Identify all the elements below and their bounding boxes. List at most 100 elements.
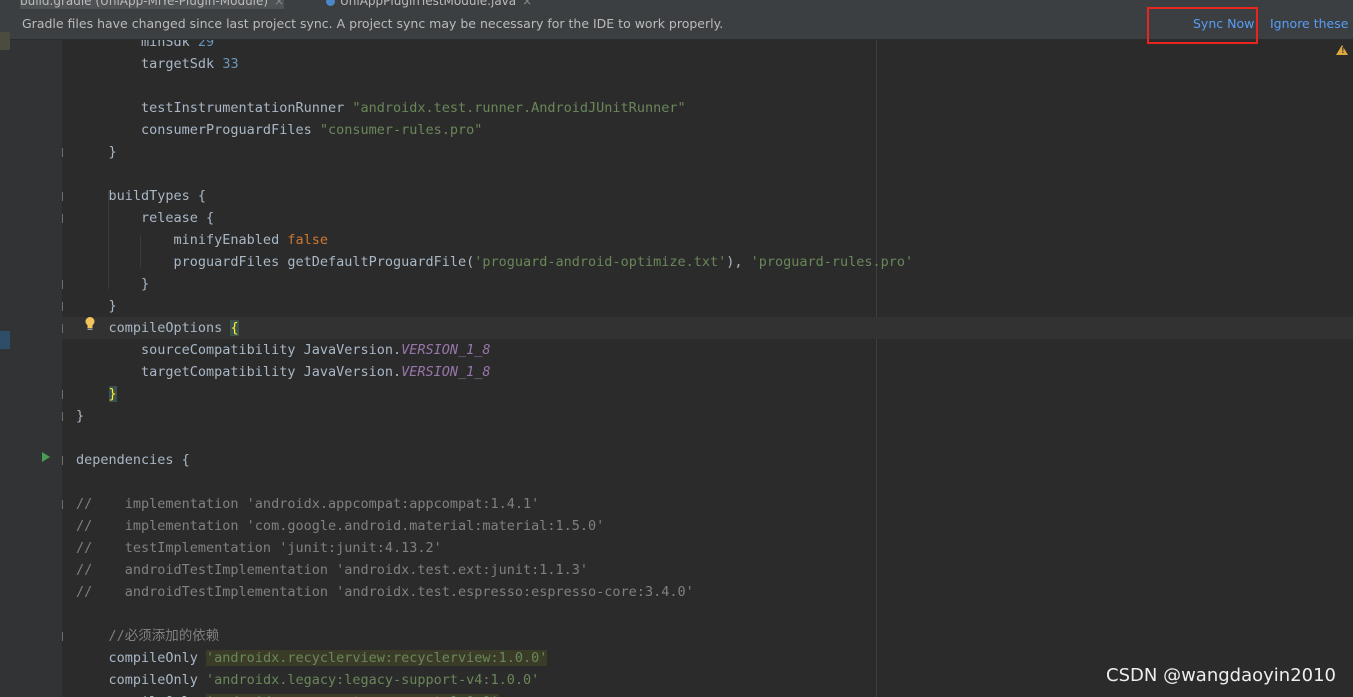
code-line[interactable]: 32// implementation 'com.google.android.… bbox=[62, 515, 1353, 537]
code-token: { bbox=[230, 320, 239, 336]
fold-marker-icon[interactable] bbox=[62, 280, 63, 289]
code-text: // androidTestImplementation 'androidx.t… bbox=[76, 559, 588, 581]
ignore-changes-link[interactable]: Ignore these c bbox=[1270, 16, 1353, 31]
code-line[interactable]: 21 } bbox=[62, 273, 1353, 295]
code-text: compileOptions { bbox=[76, 317, 239, 339]
sync-now-link[interactable]: Sync Now bbox=[1193, 16, 1254, 31]
code-line[interactable]: 15 } bbox=[62, 141, 1353, 163]
code-token: } bbox=[76, 298, 117, 314]
code-text: // implementation 'com.google.android.ma… bbox=[76, 515, 604, 537]
code-line[interactable]: 28 bbox=[62, 427, 1353, 449]
indent-guide bbox=[140, 235, 141, 267]
code-text: // testImplementation 'junit:junit:4.13.… bbox=[76, 537, 442, 559]
code-line[interactable]: 40 compileOnly 'androidx.appcompat:appco… bbox=[62, 691, 1353, 697]
code-line[interactable]: 14 consumerProguardFiles "consumer-rules… bbox=[62, 119, 1353, 141]
code-text: } bbox=[76, 141, 117, 163]
code-token: ), bbox=[726, 254, 751, 270]
code-token: 33 bbox=[222, 56, 239, 72]
code-line[interactable]: 18 release { bbox=[62, 207, 1353, 229]
code-token: // implementation 'androidx.appcompat:ap… bbox=[76, 496, 540, 512]
code-token: minSdk bbox=[76, 40, 198, 50]
code-editor[interactable]: 10 minSdk 2911 targetSdk 331213 testInst… bbox=[62, 40, 1353, 697]
code-text: compileOnly 'androidx.appcompat:appcompa… bbox=[76, 691, 499, 697]
close-icon[interactable]: × bbox=[522, 0, 532, 8]
fold-marker-icon[interactable] bbox=[62, 324, 63, 333]
code-line[interactable]: 25 targetCompatibility JavaVersion.VERSI… bbox=[62, 361, 1353, 383]
code-line[interactable]: 24 sourceCompatibility JavaVersion.VERSI… bbox=[62, 339, 1353, 361]
fold-marker-icon[interactable] bbox=[62, 500, 63, 509]
fold-marker-icon[interactable] bbox=[62, 302, 63, 311]
code-token: // testImplementation 'junit:junit:4.13.… bbox=[76, 540, 442, 556]
code-token: { bbox=[197, 188, 207, 204]
code-text: // androidTestImplementation 'androidx.t… bbox=[76, 581, 694, 603]
code-text: // implementation 'androidx.appcompat:ap… bbox=[76, 493, 539, 515]
code-line[interactable]: 31// implementation 'androidx.appcompat:… bbox=[62, 493, 1353, 515]
code-line[interactable]: 11 targetSdk 33 bbox=[62, 53, 1353, 75]
code-token: targetSdk bbox=[76, 56, 223, 72]
tab-build-gradle[interactable]: build.gradle (UniApp-MiYe-Plugin-Module)… bbox=[20, 0, 285, 9]
code-line[interactable]: 26 } bbox=[62, 383, 1353, 405]
code-line[interactable]: 27} bbox=[62, 405, 1353, 427]
code-text: sourceCompatibility JavaVersion.VERSION_… bbox=[76, 339, 491, 361]
code-token: false bbox=[287, 232, 328, 248]
code-line[interactable]: 37 //必须添加的依赖 bbox=[62, 625, 1353, 647]
code-token: compileOnly bbox=[76, 650, 207, 666]
code-line[interactable]: 36 bbox=[62, 603, 1353, 625]
code-text: } bbox=[76, 273, 149, 295]
code-token: "consumer-rules.pro" bbox=[319, 122, 483, 138]
code-text: compileOnly 'androidx.recyclerview:recyc… bbox=[76, 647, 548, 669]
run-gutter-icon[interactable] bbox=[42, 452, 50, 462]
code-token: // implementation 'com.google.android.ma… bbox=[76, 518, 605, 534]
code-line[interactable]: 35// androidTestImplementation 'androidx… bbox=[62, 581, 1353, 603]
code-text: minSdk 29 bbox=[76, 40, 214, 53]
fold-marker-icon[interactable] bbox=[62, 214, 63, 223]
code-token: 'androidx.legacy:legacy-support-v4:1.0.0… bbox=[206, 672, 540, 688]
watermark: CSDN @wangdaoyin2010 bbox=[1106, 665, 1336, 686]
code-token: } bbox=[76, 408, 85, 424]
code-text: testInstrumentationRunner "androidx.test… bbox=[76, 97, 686, 119]
code-token: 'proguard-rules.pro' bbox=[750, 254, 914, 270]
code-token: consumerProguardFiles bbox=[76, 122, 320, 138]
strip-marker bbox=[0, 331, 10, 349]
fold-marker-icon[interactable] bbox=[62, 148, 63, 157]
close-icon[interactable]: × bbox=[274, 0, 284, 8]
java-class-icon bbox=[326, 0, 335, 6]
code-text: release { bbox=[76, 207, 214, 229]
code-line[interactable]: 33// testImplementation 'junit:junit:4.1… bbox=[62, 537, 1353, 559]
code-line[interactable]: 16 bbox=[62, 163, 1353, 185]
code-token: } bbox=[108, 386, 117, 402]
code-text: compileOnly 'androidx.legacy:legacy-supp… bbox=[76, 669, 540, 691]
code-line[interactable]: 17 buildTypes { bbox=[62, 185, 1353, 207]
fold-marker-icon[interactable] bbox=[62, 456, 63, 465]
fold-marker-icon[interactable] bbox=[62, 632, 63, 641]
fold-marker-icon[interactable] bbox=[62, 192, 63, 201]
code-line[interactable]: 10 minSdk 29 bbox=[62, 40, 1353, 53]
code-line[interactable]: 12 bbox=[62, 75, 1353, 97]
code-token: dependencies { bbox=[76, 452, 190, 468]
fold-marker-icon[interactable] bbox=[62, 412, 63, 421]
code-token: 'androidx.recyclerview:recyclerview:1.0.… bbox=[206, 650, 548, 666]
code-line[interactable]: 23 compileOptions { bbox=[62, 317, 1353, 339]
code-token: //必须添加的依赖 bbox=[76, 628, 220, 644]
line-gutter bbox=[10, 40, 62, 697]
code-token: } bbox=[76, 144, 117, 160]
code-text: dependencies { bbox=[76, 449, 190, 471]
code-text: buildTypes { bbox=[76, 185, 207, 207]
code-line[interactable]: 34// androidTestImplementation 'androidx… bbox=[62, 559, 1353, 581]
code-line[interactable]: 29dependencies { bbox=[62, 449, 1353, 471]
code-line[interactable]: 13 testInstrumentationRunner "androidx.t… bbox=[62, 97, 1353, 119]
banner-message: Gradle files have changed since last pro… bbox=[22, 16, 724, 31]
code-token: "androidx.test.runner.AndroidJUnitRunner… bbox=[352, 100, 686, 116]
code-token: // androidTestImplementation 'androidx.t… bbox=[76, 584, 694, 600]
code-line[interactable]: 22 } bbox=[62, 295, 1353, 317]
warning-icon-mark: ! bbox=[1341, 46, 1345, 55]
tab-plugin-module-java[interactable]: UniAppPluginTestModule.java × bbox=[326, 0, 532, 9]
code-line[interactable]: 20 proguardFiles getDefaultProguardFile(… bbox=[62, 251, 1353, 273]
fold-marker-icon[interactable] bbox=[62, 390, 63, 399]
code-line[interactable]: 30 bbox=[62, 471, 1353, 493]
editor-tab-strip: build.gradle (UniApp-MiYe-Plugin-Module)… bbox=[0, 0, 1353, 9]
code-line[interactable]: 19 minifyEnabled false bbox=[62, 229, 1353, 251]
code-text: consumerProguardFiles "consumer-rules.pr… bbox=[76, 119, 482, 141]
lightbulb-icon[interactable] bbox=[84, 316, 96, 332]
